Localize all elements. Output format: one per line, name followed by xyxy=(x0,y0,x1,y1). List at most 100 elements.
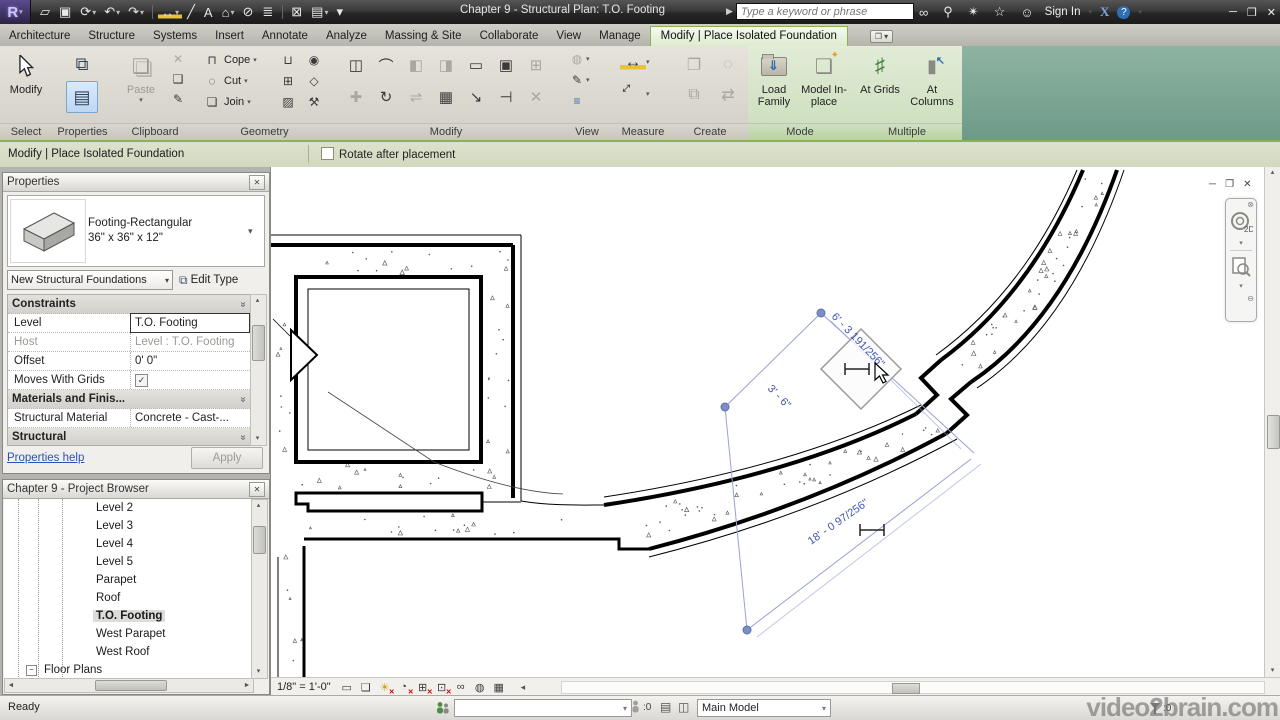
drawing-area[interactable]: 6' - 3 191/256" 3' - 6" 18' - 0 97/256" … xyxy=(270,167,1280,696)
exclude-options-icon[interactable]: ◫ xyxy=(678,700,689,714)
scroll-left-icon[interactable]: ◂ xyxy=(521,682,526,693)
browser-tree-item[interactable]: Level 2 xyxy=(4,499,253,517)
temporary-dimension-2[interactable]: 3' - 6" xyxy=(765,383,793,412)
panel-label-geometry[interactable]: Geometry xyxy=(197,123,332,140)
section-structural[interactable]: Structural « xyxy=(8,428,250,445)
properties-help-link[interactable]: Properties help xyxy=(7,452,84,464)
project-browser-close-icon[interactable]: ✕ xyxy=(249,481,265,497)
sign-in-button[interactable]: Sign In xyxy=(1045,6,1081,18)
beam-join-icon[interactable]: ⊞ xyxy=(279,72,297,89)
visual-style-icon[interactable]: ❏ xyxy=(358,680,374,695)
ribbon-state-toggle[interactable]: ❐ ▾ xyxy=(869,30,894,43)
browser-tree-item[interactable]: Parapet xyxy=(4,571,253,589)
thin-lines-toggle-icon[interactable]: ≡ xyxy=(568,92,586,109)
pin-icon[interactable]: ▣ xyxy=(492,54,520,76)
ribbon-tab[interactable]: Manage xyxy=(590,27,650,46)
align-icon[interactable]: ◫ xyxy=(342,54,370,76)
browser-tree-item[interactable]: − Floor Plans xyxy=(4,661,253,679)
browser-tree-item[interactable]: Roof xyxy=(4,589,253,607)
crop-region-icon[interactable]: ⊡ xyxy=(434,680,452,696)
scroll-up-icon[interactable]: ▴ xyxy=(252,500,265,512)
navbar-close-icon[interactable]: ⊗ xyxy=(1247,200,1254,209)
cope-button[interactable]: Cope xyxy=(224,54,250,66)
property-row-level[interactable]: Level T.O. Footing xyxy=(8,313,250,333)
canvas-vscrollbar[interactable]: ▴ ▾ xyxy=(1264,167,1280,677)
scroll-down-icon[interactable]: ▾ xyxy=(251,433,264,445)
type-selector[interactable]: Footing-Rectangular 36" x 36" x 12" ▾ xyxy=(7,195,265,267)
minimize-button[interactable]: ─ xyxy=(1229,6,1237,18)
browser-tree-item[interactable]: West Parapet xyxy=(4,625,253,643)
model-inplace-button[interactable]: ❑ ✦ Model In-place xyxy=(800,48,848,122)
panel-label-view[interactable]: View xyxy=(560,123,614,140)
view-restore-icon[interactable]: ❐ xyxy=(1225,179,1234,190)
open-icon[interactable]: ▱ xyxy=(37,3,54,21)
browser-tree-item[interactable]: Level 3 xyxy=(4,517,253,535)
qat-separator[interactable] xyxy=(152,5,154,19)
switch-windows-icon[interactable]: ▤ ▾ xyxy=(308,3,331,21)
worksets-icon[interactable] xyxy=(435,701,450,718)
active-workset-dropdown[interactable]: ▾ xyxy=(454,699,632,717)
structural-plan-view[interactable]: 6' - 3 191/256" 3' - 6" 18' - 0 97/256" xyxy=(271,167,1263,677)
infocenter-search-icon[interactable]: ∞ xyxy=(916,4,931,21)
text-note-icon[interactable]: A xyxy=(201,4,217,21)
ribbon-tab[interactable]: Systems xyxy=(144,27,206,46)
create-group-icon[interactable]: ❐ xyxy=(682,54,706,76)
favorites-icon[interactable]: ☆ xyxy=(991,3,1009,21)
steering-wheel-icon[interactable]: 2D xyxy=(1229,211,1254,237)
subscription-center-icon[interactable]: ⚲ xyxy=(940,3,956,21)
help-icon[interactable]: ? xyxy=(1117,5,1131,19)
move-icon[interactable]: ✚ xyxy=(342,86,370,108)
scroll-left-icon[interactable]: ◄ xyxy=(5,682,17,689)
join-button[interactable]: Join xyxy=(224,96,244,108)
ribbon-tab[interactable]: Architecture xyxy=(0,27,79,46)
ribbon-tab[interactable]: Collaborate xyxy=(471,27,548,46)
panel-label-create[interactable]: Create xyxy=(672,123,748,140)
panel-label-select[interactable]: Select xyxy=(0,123,52,140)
copy-icon[interactable]: ❑ xyxy=(169,70,187,87)
section-icon[interactable]: ⊘ xyxy=(239,3,257,21)
collapse-chevron-icon[interactable]: « xyxy=(238,396,249,402)
detail-level-icon[interactable]: ▭ xyxy=(339,680,355,695)
copy-element-icon[interactable]: ⇌ xyxy=(402,86,430,108)
collapse-chevron-icon[interactable]: « xyxy=(238,301,249,307)
rotate-after-placement-option[interactable]: Rotate after placement xyxy=(321,146,455,161)
help-caret-icon[interactable]: ▾ xyxy=(1138,8,1142,16)
browser-hscrollbar[interactable]: ◄ ► xyxy=(4,678,254,693)
rotate-icon[interactable]: ↻ xyxy=(372,86,400,108)
close-button[interactable]: ✕ xyxy=(1267,6,1276,19)
ribbon-tab[interactable]: Insert xyxy=(206,27,253,46)
cut-geometry-icon[interactable]: ◌ xyxy=(203,72,221,89)
analytical-model-icon[interactable]: ▦ xyxy=(491,680,507,695)
hide-elements-icon[interactable]: ◍ xyxy=(568,50,586,67)
ribbon-tab[interactable]: Massing & Site xyxy=(376,27,471,46)
edit-type-button[interactable]: ⧉ Edit Type xyxy=(179,273,238,288)
browser-hscroll-thumb[interactable] xyxy=(95,680,167,691)
browser-tree-item[interactable]: West Roof xyxy=(4,643,253,661)
reveal-hidden-icon[interactable]: ◍ xyxy=(472,680,488,695)
level-value-field[interactable]: T.O. Footing xyxy=(130,313,250,333)
sun-path-icon[interactable]: ☀ xyxy=(377,680,395,696)
mirror-pick-icon[interactable]: ◨ xyxy=(432,54,460,76)
default-3d-view-icon[interactable]: ⌂ ▾ xyxy=(219,4,238,21)
trim-icon[interactable]: ⊣ xyxy=(492,86,520,108)
panel-label-properties[interactable]: Properties xyxy=(52,123,113,140)
scroll-right-icon[interactable]: ► xyxy=(241,682,253,689)
crop-view-icon[interactable]: ⊞ xyxy=(415,680,433,696)
split-face-icon[interactable]: ◇ xyxy=(305,72,323,89)
moves-with-grids-checkbox[interactable]: ✓ xyxy=(135,373,148,387)
design-options-icon[interactable]: ▤ xyxy=(660,700,671,714)
cut-button[interactable]: Cut xyxy=(224,75,241,87)
properties-palette-button[interactable]: ▤ xyxy=(66,81,98,113)
panel-label-multiple[interactable]: Multiple xyxy=(852,123,962,140)
create-similar-icon[interactable]: ◌ xyxy=(716,54,740,76)
measure-between-icon[interactable]: ↕ xyxy=(617,78,650,111)
reference-point[interactable] xyxy=(816,308,826,318)
customize-qat-icon[interactable]: ▾ xyxy=(333,3,347,21)
unpin-icon[interactable]: ⊞ xyxy=(522,54,550,76)
modify-button[interactable]: Modify xyxy=(2,48,50,122)
structural-material-field[interactable]: Concrete - Cast-... xyxy=(130,409,250,427)
contextual-tab[interactable]: Modify | Place Isolated Foundation xyxy=(649,26,848,46)
reference-point[interactable] xyxy=(720,402,730,412)
aligned-dimension-icon[interactable]: ╱ xyxy=(184,3,199,21)
browser-tree-item[interactable]: Level 4 xyxy=(4,535,253,553)
